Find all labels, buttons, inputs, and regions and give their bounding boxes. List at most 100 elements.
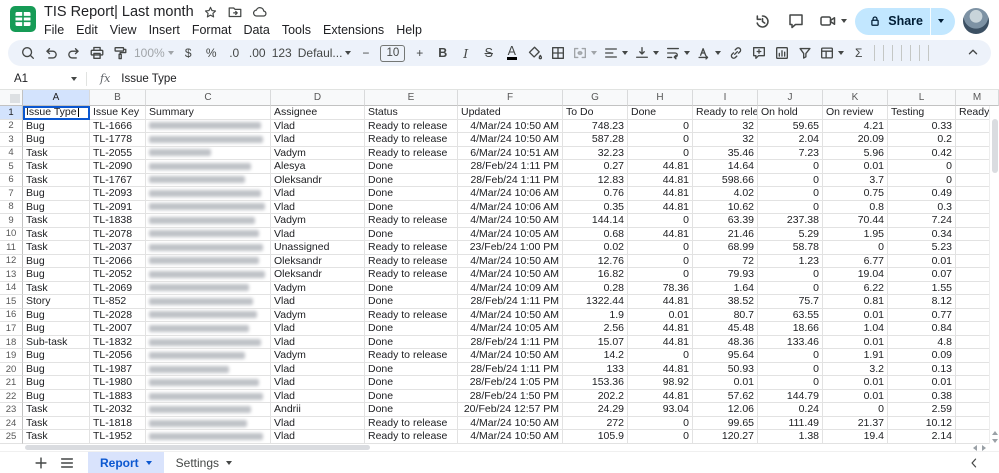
- cell-G3[interactable]: 587.28: [563, 133, 628, 147]
- cell-C14[interactable]: [146, 282, 271, 296]
- cell-E25[interactable]: Ready to release: [365, 430, 458, 444]
- cell-H22[interactable]: 44.81: [628, 390, 693, 404]
- cell-D5[interactable]: Alesya: [271, 160, 365, 174]
- cell-L10[interactable]: 0.34: [888, 228, 956, 242]
- cell-D22[interactable]: Vlad: [271, 390, 365, 404]
- cell-I19[interactable]: 95.64: [693, 349, 758, 363]
- cell-D2[interactable]: Vlad: [271, 120, 365, 134]
- cell-G2[interactable]: 748.23: [563, 120, 628, 134]
- cell-F6[interactable]: 28/Feb/24 1:11 PM: [458, 174, 563, 188]
- row-header-6[interactable]: 6: [0, 174, 23, 188]
- column-header-I[interactable]: I: [693, 90, 758, 106]
- cell-L7[interactable]: 0.49: [888, 187, 956, 201]
- cell-E19[interactable]: Ready to release: [365, 349, 458, 363]
- cell-A17[interactable]: Bug: [23, 322, 90, 336]
- cell-I10[interactable]: 21.46: [693, 228, 758, 242]
- cell-H4[interactable]: 0: [628, 147, 693, 161]
- cell-K21[interactable]: 0.01: [823, 376, 888, 390]
- cell-I25[interactable]: 120.27: [693, 430, 758, 444]
- row-header-19[interactable]: 19: [0, 349, 23, 363]
- table-views-button[interactable]: [816, 41, 847, 65]
- cell-C19[interactable]: [146, 349, 271, 363]
- cell-C10[interactable]: [146, 228, 271, 242]
- cell-D18[interactable]: Vlad: [271, 336, 365, 350]
- cell-B23[interactable]: TL-2032: [90, 403, 146, 417]
- cell-F21[interactable]: 28/Feb/24 1:05 PM: [458, 376, 563, 390]
- cell-C7[interactable]: [146, 187, 271, 201]
- cell-E9[interactable]: Ready to release: [365, 214, 458, 228]
- column-header-H[interactable]: H: [628, 90, 693, 106]
- cell-J9[interactable]: 237.38: [758, 214, 823, 228]
- cell-I18[interactable]: 48.36: [693, 336, 758, 350]
- cell-A2[interactable]: Bug: [23, 120, 90, 134]
- cell-L11[interactable]: 5.23: [888, 241, 956, 255]
- cell-F23[interactable]: 20/Feb/24 12:57 PM: [458, 403, 563, 417]
- cell-I9[interactable]: 63.39: [693, 214, 758, 228]
- row-header-15[interactable]: 15: [0, 295, 23, 309]
- vertical-align-button[interactable]: [631, 41, 662, 65]
- cell-L8[interactable]: 0.3: [888, 201, 956, 215]
- comments-icon[interactable]: [783, 8, 809, 34]
- cell-K1[interactable]: On review: [823, 106, 888, 120]
- cell-J13[interactable]: 0: [758, 268, 823, 282]
- cell-D25[interactable]: Vlad: [271, 430, 365, 444]
- cell-F15[interactable]: 28/Feb/24 1:11 PM: [458, 295, 563, 309]
- cell-G22[interactable]: 202.2: [563, 390, 628, 404]
- print-button[interactable]: [85, 41, 108, 65]
- cell-G17[interactable]: 2.56: [563, 322, 628, 336]
- cell-G15[interactable]: 1322.44: [563, 295, 628, 309]
- cell-B18[interactable]: TL-1832: [90, 336, 146, 350]
- cell-H15[interactable]: 44.81: [628, 295, 693, 309]
- increase-font-size-button[interactable]: +: [408, 41, 431, 65]
- cell-G13[interactable]: 16.82: [563, 268, 628, 282]
- horizontal-scrollbar-thumb[interactable]: [25, 445, 370, 450]
- font-button[interactable]: Defaul...: [295, 41, 355, 65]
- cell-A20[interactable]: Bug: [23, 363, 90, 377]
- cell-K13[interactable]: 19.04: [823, 268, 888, 282]
- cell-L22[interactable]: 0.38: [888, 390, 956, 404]
- cell-I2[interactable]: 32: [693, 120, 758, 134]
- menu-extensions[interactable]: Extensions: [317, 22, 390, 38]
- scroll-down-icon[interactable]: [992, 439, 998, 443]
- fill-color-button[interactable]: [523, 41, 546, 65]
- cell-G12[interactable]: 12.76: [563, 255, 628, 269]
- cell-H18[interactable]: 44.81: [628, 336, 693, 350]
- cell-F25[interactable]: 4/Mar/24 10:50 AM: [458, 430, 563, 444]
- cell-A9[interactable]: Task: [23, 214, 90, 228]
- cell-I24[interactable]: 99.65: [693, 417, 758, 431]
- cell-B14[interactable]: TL-2069: [90, 282, 146, 296]
- cell-A12[interactable]: Bug: [23, 255, 90, 269]
- zoom-button[interactable]: 100%: [131, 41, 177, 65]
- cell-A23[interactable]: Task: [23, 403, 90, 417]
- cell-G7[interactable]: 0.76: [563, 187, 628, 201]
- row-header-20[interactable]: 20: [0, 363, 23, 377]
- column-header-K[interactable]: K: [823, 90, 888, 106]
- cell-D3[interactable]: Vlad: [271, 133, 365, 147]
- cell-C15[interactable]: [146, 295, 271, 309]
- insert-comment-button[interactable]: [747, 41, 770, 65]
- cell-L4[interactable]: 0.42: [888, 147, 956, 161]
- borders-button[interactable]: [546, 41, 569, 65]
- cell-J10[interactable]: 5.29: [758, 228, 823, 242]
- cell-F19[interactable]: 4/Mar/24 10:50 AM: [458, 349, 563, 363]
- cell-A16[interactable]: Bug: [23, 309, 90, 323]
- cell-H8[interactable]: 44.81: [628, 201, 693, 215]
- cell-D20[interactable]: Vlad: [271, 363, 365, 377]
- cell-D9[interactable]: Vadym: [271, 214, 365, 228]
- cell-I15[interactable]: 38.52: [693, 295, 758, 309]
- create-filter-button[interactable]: [793, 41, 816, 65]
- cell-L13[interactable]: 0.07: [888, 268, 956, 282]
- cell-F9[interactable]: 4/Mar/24 10:50 AM: [458, 214, 563, 228]
- cell-I22[interactable]: 57.62: [693, 390, 758, 404]
- cell-D12[interactable]: Oleksandr: [271, 255, 365, 269]
- cell-J18[interactable]: 133.46: [758, 336, 823, 350]
- scroll-right-icon[interactable]: [982, 445, 986, 451]
- column-header-L[interactable]: L: [888, 90, 956, 106]
- cloud-status-icon[interactable]: [252, 4, 268, 20]
- row-header-11[interactable]: 11: [0, 241, 23, 255]
- functions-button[interactable]: Σ: [847, 41, 870, 65]
- cell-K7[interactable]: 0.75: [823, 187, 888, 201]
- cell-L14[interactable]: 1.55: [888, 282, 956, 296]
- cell-H2[interactable]: 0: [628, 120, 693, 134]
- cell-C8[interactable]: [146, 201, 271, 215]
